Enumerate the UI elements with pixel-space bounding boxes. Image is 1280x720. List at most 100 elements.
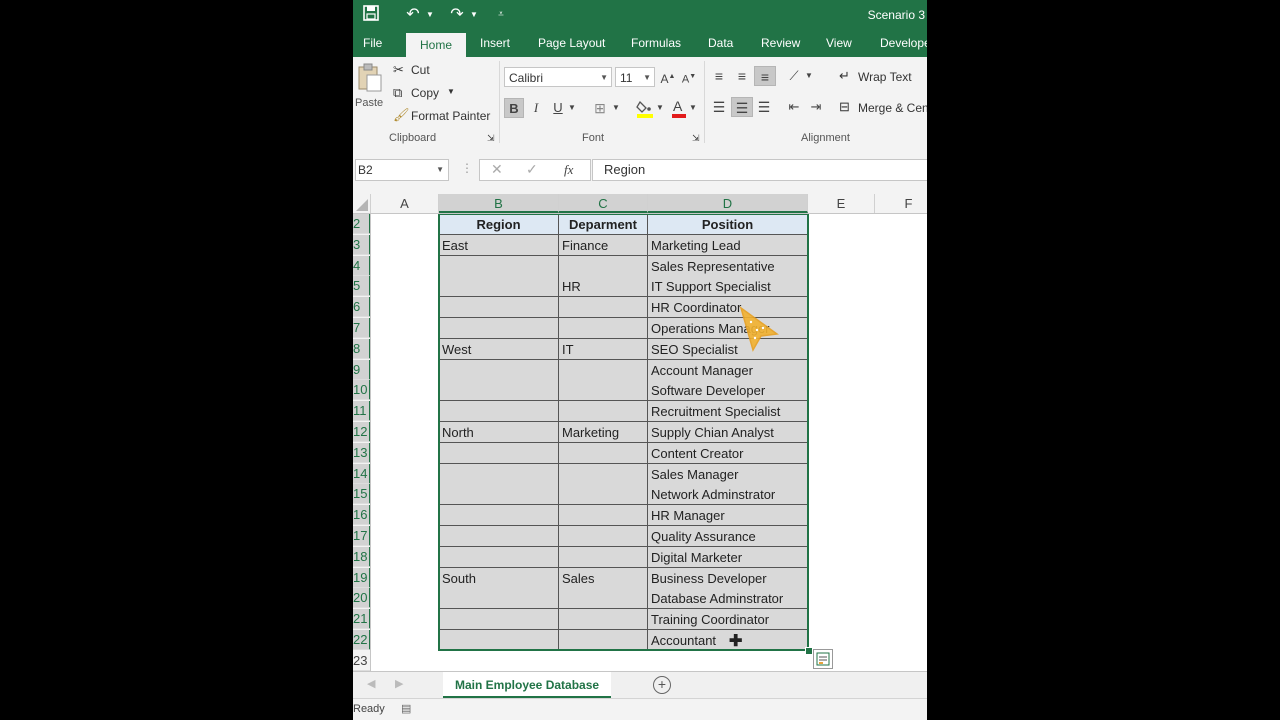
align-top-icon[interactable]: ≡ (710, 66, 728, 86)
department-cell[interactable]: Sales (559, 567, 648, 589)
align-bottom-icon[interactable]: ≡ (754, 66, 776, 86)
row-header[interactable]: 5 (353, 276, 370, 297)
tab-developer[interactable]: Develope (880, 30, 927, 57)
position-cell[interactable]: Training Coordinator (648, 609, 808, 631)
select-all-button[interactable] (353, 194, 371, 213)
region-cell[interactable] (439, 359, 559, 381)
tab-view[interactable]: View (826, 30, 852, 57)
position-cell[interactable]: Software Developer (648, 380, 808, 402)
align-center-icon[interactable]: ☰ (731, 97, 753, 117)
italic-button[interactable]: I (528, 98, 544, 118)
row-header[interactable]: 10 (353, 380, 370, 401)
department-cell[interactable] (559, 255, 648, 277)
customize-toolbar-icon[interactable]: ⩡ (495, 5, 507, 25)
column-header-e[interactable]: E (808, 194, 875, 213)
align-left-icon[interactable]: ☰ (710, 97, 728, 117)
row-header[interactable]: 6 (353, 297, 370, 318)
enter-icon[interactable]: ✓ (526, 161, 538, 178)
font-color-icon[interactable]: A (671, 98, 687, 118)
region-cell[interactable] (439, 297, 559, 319)
region-cell[interactable] (439, 380, 559, 402)
copy-dropdown-icon[interactable]: ▼ (447, 87, 455, 96)
worksheet-grid[interactable]: Region Deparment Position East Finance Mar… (371, 214, 927, 671)
row-header[interactable]: 15 (353, 484, 370, 505)
column-header-a[interactable]: A (371, 194, 439, 213)
row-header[interactable]: 16 (353, 505, 370, 526)
department-cell[interactable] (559, 297, 648, 319)
row-header[interactable]: 11 (353, 401, 370, 422)
quick-analysis-icon[interactable] (813, 649, 833, 669)
undo-dropdown-icon[interactable]: ▼ (425, 5, 435, 25)
region-cell[interactable]: East (439, 234, 559, 256)
row-header[interactable]: 4 (353, 255, 370, 276)
paste-icon[interactable] (357, 63, 383, 93)
position-cell[interactable]: Digital Marketer (648, 546, 808, 568)
region-cell[interactable] (439, 255, 559, 277)
department-cell[interactable] (559, 526, 648, 547)
region-cell[interactable]: West (439, 338, 559, 360)
row-header[interactable]: 2 (353, 214, 370, 234)
format-painter-button[interactable]: Format Painter (411, 109, 490, 123)
row-header[interactable]: 19 (353, 567, 370, 588)
row-header[interactable]: 14 (353, 463, 370, 484)
region-cell[interactable] (439, 588, 559, 610)
prev-sheet-icon[interactable]: ◀ (367, 677, 375, 690)
row-header[interactable]: 23 (353, 651, 370, 671)
decrease-indent-icon[interactable]: ⇤ (785, 97, 803, 117)
row-header[interactable]: 7 (353, 318, 370, 338)
position-cell[interactable]: Supply Chian Analyst (648, 422, 808, 443)
font-color-dropdown-icon[interactable]: ▼ (688, 98, 698, 118)
bold-button[interactable]: B (504, 98, 524, 118)
department-cell[interactable] (559, 484, 648, 506)
department-cell[interactable] (559, 505, 648, 527)
merge-center-button[interactable]: Merge & Cen (858, 101, 927, 115)
department-cell[interactable]: IT (559, 338, 648, 360)
cut-button[interactable]: Cut (411, 63, 430, 77)
next-sheet-icon[interactable]: ▶ (395, 677, 403, 690)
department-cell[interactable] (559, 609, 648, 631)
position-cell[interactable]: Marketing Lead (648, 234, 808, 256)
font-name-select[interactable]: Calibri ▼ (504, 67, 612, 87)
column-header-c[interactable]: C (559, 194, 648, 213)
wrap-text-button[interactable]: Wrap Text (858, 70, 912, 84)
cancel-icon[interactable]: ✕ (491, 161, 503, 178)
row-header[interactable]: 20 (353, 588, 370, 609)
region-cell[interactable] (439, 442, 559, 464)
row-header[interactable]: 22 (353, 630, 370, 650)
column-header-b[interactable]: B (439, 194, 559, 213)
fill-handle[interactable] (805, 647, 813, 655)
department-cell[interactable] (559, 630, 648, 651)
region-cell[interactable] (439, 318, 559, 339)
tab-review[interactable]: Review (761, 30, 800, 57)
department-cell[interactable]: Finance (559, 234, 648, 256)
position-cell[interactable]: Accountant (648, 630, 808, 651)
tab-file[interactable]: File (363, 30, 382, 57)
font-size-select[interactable]: 11 ▼ (615, 67, 655, 87)
row-header[interactable]: 17 (353, 526, 370, 546)
save-icon[interactable] (361, 5, 381, 25)
orientation-dropdown-icon[interactable]: ▼ (804, 66, 814, 86)
row-header[interactable]: 3 (353, 234, 370, 255)
position-cell[interactable]: Recruitment Specialist (648, 401, 808, 423)
department-cell[interactable] (559, 588, 648, 610)
tab-formulas[interactable]: Formulas (631, 30, 681, 57)
department-cell[interactable] (559, 359, 648, 381)
column-header-d[interactable]: D (648, 194, 808, 213)
region-cell[interactable] (439, 546, 559, 568)
region-cell[interactable] (439, 609, 559, 631)
row-header[interactable]: 13 (353, 442, 370, 463)
department-cell[interactable]: Marketing (559, 422, 648, 443)
position-cell[interactable]: Network Adminstrator (648, 484, 808, 506)
font-launcher-icon[interactable]: ⇲ (692, 133, 700, 144)
sheet-tab-main-employee-database[interactable]: Main Employee Database (443, 672, 612, 698)
department-cell[interactable] (559, 380, 648, 402)
position-cell[interactable]: Sales Manager (648, 463, 808, 485)
underline-dropdown-icon[interactable]: ▼ (567, 98, 577, 118)
position-cell[interactable]: Database Adminstrator (648, 588, 808, 610)
align-middle-icon[interactable]: ≡ (733, 66, 751, 86)
redo-dropdown-icon[interactable]: ▼ (469, 5, 479, 25)
new-sheet-icon[interactable]: + (653, 676, 671, 694)
redo-icon[interactable]: ↷ (447, 5, 467, 25)
tab-page-layout[interactable]: Page Layout (538, 30, 605, 57)
department-cell[interactable]: HR (559, 276, 648, 298)
